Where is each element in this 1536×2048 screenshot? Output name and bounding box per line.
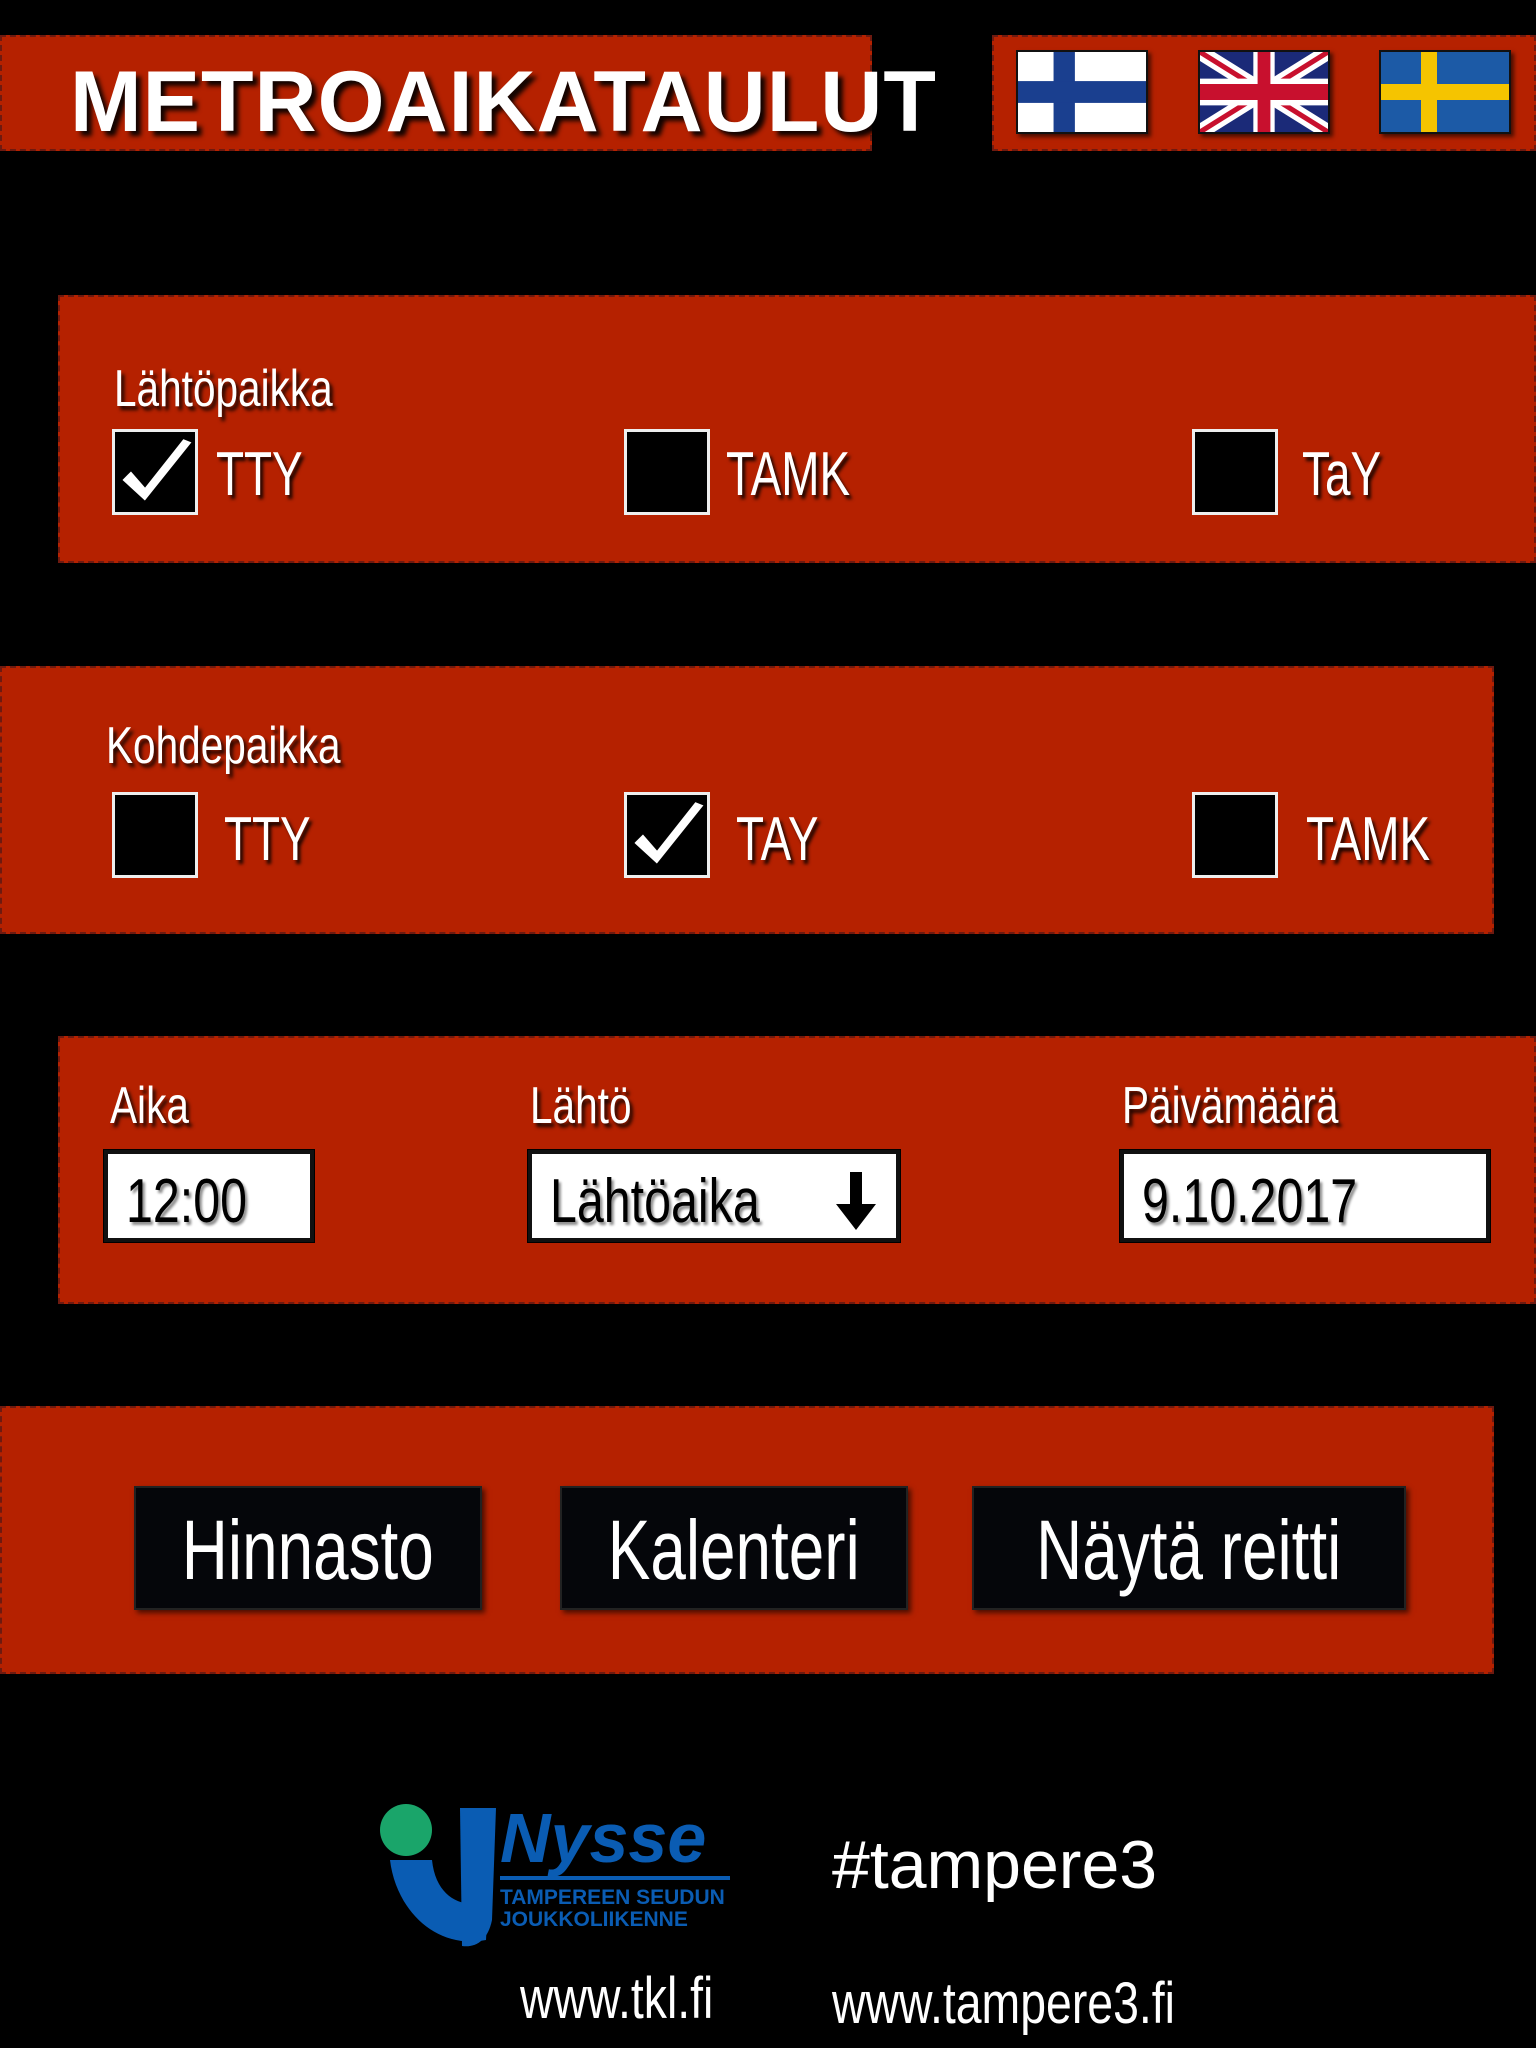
arrow-down-icon: [836, 1172, 876, 1230]
date-input[interactable]: 9.10.2017: [1120, 1150, 1490, 1242]
departure-mode-select[interactable]: Lähtöaika: [528, 1150, 900, 1242]
tkl-link[interactable]: www.tkl.fi: [520, 1965, 713, 2032]
departure-checkbox-tay[interactable]: [1192, 429, 1278, 515]
destination-checkbox-tay[interactable]: [624, 792, 710, 878]
show-route-button-label: Näytä reitti: [1036, 1503, 1342, 1597]
checkmark-icon: [631, 799, 707, 867]
tampere3-link[interactable]: www.tampere3.fi: [832, 1970, 1175, 2037]
date-value: 9.10.2017: [1142, 1167, 1358, 1236]
checkmark-icon: [119, 436, 195, 504]
app-title: METROAIKATAULUT: [70, 54, 937, 150]
destination-checkbox-tty[interactable]: [112, 792, 198, 878]
departure-option-label: TAMK: [726, 440, 851, 509]
calendar-button-label: Kalenteri: [608, 1503, 860, 1597]
nysse-subtitle-2: JOUKKOLIIKENNE: [500, 1908, 688, 1931]
swedish-flag-icon[interactable]: [1379, 50, 1511, 134]
nysse-wordmark: Nysse: [500, 1800, 706, 1877]
nysse-logo: Nysse TAMPEREEN SEUDUN JOUKKOLIIKENNE: [376, 1799, 736, 1950]
show-route-button[interactable]: Näytä reitti: [972, 1486, 1406, 1610]
uk-flag-icon[interactable]: [1198, 50, 1330, 134]
mode-label: Lähtö: [530, 1077, 632, 1135]
nysse-subtitle-1: TAMPEREEN SEUDUN: [500, 1886, 725, 1909]
time-label: Aika: [110, 1077, 189, 1135]
destination-panel: Kohdepaikka TTY TAY TAMK: [0, 666, 1494, 934]
departure-option-label: TTY: [216, 440, 303, 509]
language-bar: [992, 35, 1536, 151]
prices-button[interactable]: Hinnasto: [134, 1486, 482, 1610]
destination-option-label: TAY: [736, 805, 819, 874]
calendar-button[interactable]: Kalenteri: [560, 1486, 908, 1610]
hashtag-text: #tampere3: [832, 1827, 1158, 1903]
title-bar: METROAIKATAULUT: [0, 35, 936, 151]
departure-option-label: TaY: [1302, 440, 1382, 509]
time-panel: Aika 12:00 Lähtö Lähtöaika Päivämäärä 9.…: [58, 1036, 1536, 1304]
destination-checkbox-tamk[interactable]: [1192, 792, 1278, 878]
finnish-flag-icon[interactable]: [1016, 50, 1148, 134]
time-value: 12:00: [126, 1167, 248, 1236]
destination-label: Kohdepaikka: [106, 717, 341, 775]
destination-option-label: TAMK: [1306, 805, 1431, 874]
departure-label: Lähtöpaikka: [114, 360, 333, 418]
time-input[interactable]: 12:00: [104, 1150, 314, 1242]
destination-option-label: TTY: [224, 805, 311, 874]
prices-button-label: Hinnasto: [182, 1503, 434, 1597]
departure-panel: Lähtöpaikka TTY TAMK TaY: [58, 295, 1536, 563]
nysse-mark-icon: Nysse TAMPEREEN SEUDUN JOUKKOLIIKENNE: [380, 1799, 730, 1947]
mode-value: Lähtöaika: [550, 1167, 760, 1236]
departure-checkbox-tamk[interactable]: [624, 429, 710, 515]
date-label: Päivämäärä: [1122, 1077, 1339, 1135]
actions-panel: Hinnasto Kalenteri Näytä reitti: [0, 1406, 1494, 1674]
departure-checkbox-tty[interactable]: [112, 429, 198, 515]
